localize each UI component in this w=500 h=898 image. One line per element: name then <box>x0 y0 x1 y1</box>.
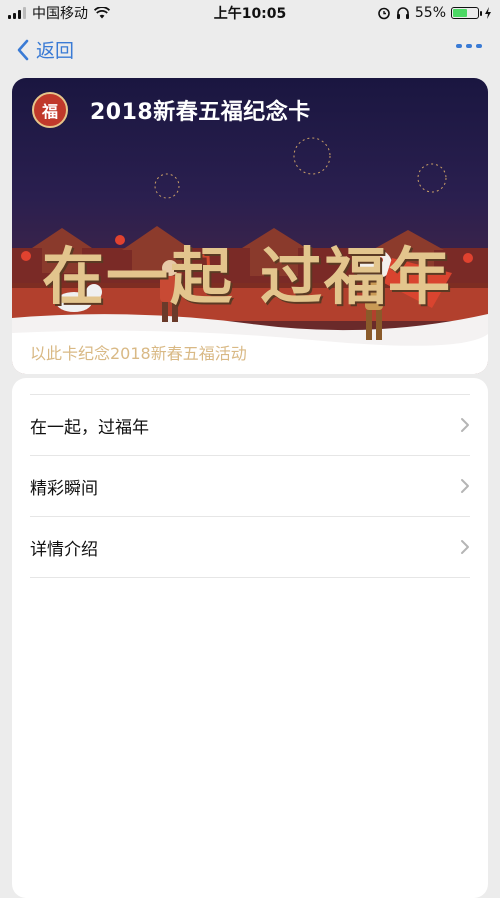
chevron-right-icon <box>461 540 469 554</box>
card-title: 2018新春五福纪念卡 <box>90 100 311 125</box>
carrier-label: 中国移动 <box>32 6 88 22</box>
nav-bar: 返回 <box>0 30 500 74</box>
status-left: 中国移动 <box>0 3 110 23</box>
status-bar: 中国移动 上午10:05 55% <box>0 0 500 26</box>
chevron-right-icon <box>461 418 469 432</box>
list-item-label: 在一起，过福年 <box>30 417 149 438</box>
list-item-label: 详情介绍 <box>30 539 98 560</box>
memorial-card[interactable]: 福 2018新春五福纪念卡 在一起 过福年 以此卡纪念2018新春五福活动 <box>12 78 488 374</box>
list-item-label: 精彩瞬间 <box>30 478 98 499</box>
signal-icon <box>8 7 26 19</box>
battery-icon <box>451 7 482 19</box>
calligraphy-left: 在一起 <box>42 240 235 313</box>
wifi-icon <box>94 7 110 19</box>
menu-panel: 在一起，过福年 精彩瞬间 详情介绍 <box>12 378 488 898</box>
back-label: 返回 <box>36 40 75 62</box>
fu-logo: 福 <box>32 92 68 128</box>
status-right: 55% <box>377 5 500 21</box>
battery-percent: 55% <box>414 5 446 21</box>
calligraphy-right: 过福年 <box>260 240 453 313</box>
headphones-icon <box>396 7 409 19</box>
card-caption: 以此卡纪念2018新春五福活动 <box>30 344 247 363</box>
chevron-left-icon <box>17 39 29 60</box>
alarm-icon <box>378 7 390 20</box>
more-icon[interactable] <box>456 44 482 48</box>
back-button[interactable]: 返回 <box>16 36 74 63</box>
menu-list: 在一起，过福年 精彩瞬间 详情介绍 <box>30 394 470 578</box>
charging-icon <box>485 7 491 19</box>
card-header: 福 2018新春五福纪念卡 <box>32 92 311 128</box>
list-item[interactable]: 在一起，过福年 <box>30 395 470 456</box>
list-item[interactable]: 精彩瞬间 <box>30 456 470 517</box>
chevron-right-icon <box>461 479 469 493</box>
list-item[interactable]: 详情介绍 <box>30 517 470 578</box>
